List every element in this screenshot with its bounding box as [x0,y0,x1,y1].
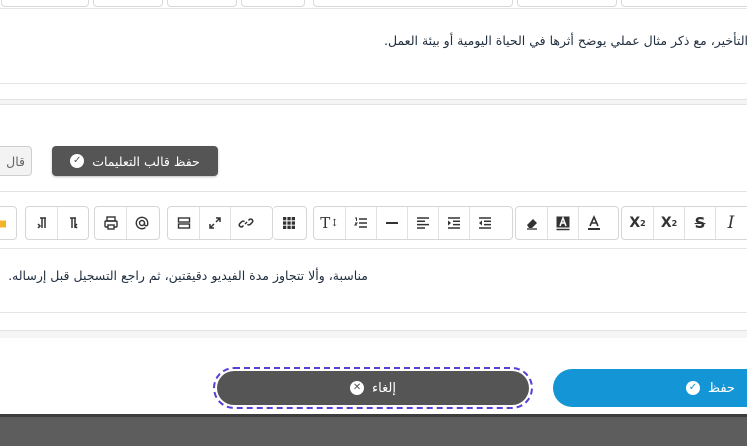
rtl-icon[interactable] [26,207,57,239]
outdent-icon[interactable] [438,207,469,239]
top-editor-panel: التأخير، مع ذكر مثال عملي يوضح أثرها في … [0,0,747,100]
save-label: حفظ [708,380,735,396]
background-color-icon[interactable] [547,207,578,239]
divider [0,83,747,84]
load-template-label: قال [6,153,25,169]
horizontal-rule-icon[interactable] [376,207,407,239]
indent-icon[interactable] [469,207,500,239]
template-icon[interactable] [168,207,199,239]
toolbar-group-paragraph: T ↕ [313,206,513,240]
toolbar-group-style: X2 X2 S I [621,206,747,240]
ltr-icon[interactable] [57,207,88,239]
link-icon[interactable] [230,207,261,239]
toolbar-button-group[interactable] [1,0,89,7]
save-button[interactable]: ✓ حفظ [553,369,747,407]
save-template-button[interactable]: ✓ حفظ قالب التعليمات [52,146,218,176]
cancel-button[interactable]: ✕ إلغاء [217,371,529,405]
text-size-icon[interactable]: T ↕ [314,207,345,239]
toolbar-group-direction [25,206,89,240]
ordered-list-icon[interactable] [345,207,376,239]
top-editor-text[interactable]: التأخير، مع ذكر مثال عملي يوضح أثرها في … [384,33,747,48]
folder-icon[interactable] [0,207,15,239]
cancel-label: إلغاء [372,380,396,396]
load-template-button[interactable]: قال [0,146,32,176]
superscript-icon[interactable]: X2 [622,207,653,239]
modal-overlay-bottom [0,414,747,446]
print-icon[interactable] [95,207,126,239]
editor-content-text[interactable]: مناسبة، وألا تتجاوز مدة الفيديو دقيقتين،… [8,268,368,283]
toolbar-group-tools [94,206,160,240]
cancel-button-focus-ring: ✕ إلغاء [213,367,533,409]
eraser-icon[interactable] [516,207,547,239]
toolbar-button-group[interactable] [241,0,305,7]
check-circle-icon: ✓ [686,381,700,395]
toolbar-button-group[interactable] [167,0,237,7]
mention-icon[interactable] [126,207,157,239]
divider [0,312,747,313]
align-icon[interactable] [407,207,438,239]
top-editor-toolbar [0,0,747,9]
toolbar-group-view [167,206,273,240]
section-separator [0,99,747,105]
font-color-icon[interactable] [578,207,609,239]
instructions-editor: T ↕ X 2 X 2 S I مناسبة، وألا تتجاوز مدة … [0,191,747,337]
check-circle-icon: ✓ [70,154,85,168]
section-separator [0,330,747,338]
toolbar-button-group[interactable] [313,0,513,7]
toolbar-button-group[interactable] [517,0,617,7]
save-template-label: حفظ قالب التعليمات [92,153,200,169]
subscript-icon[interactable]: X2 [653,207,684,239]
toolbar-group-table [273,206,307,240]
toolbar-button-group[interactable] [621,0,747,7]
italic-icon[interactable]: I [715,207,746,239]
editor-toolbar: T ↕ X 2 X 2 S I [0,192,747,256]
divider [0,248,747,249]
toolbar-group-file [0,206,17,240]
strikethrough-icon[interactable]: S [684,207,715,239]
toolbar-button-group[interactable] [93,0,163,7]
toolbar-group-format [515,206,619,240]
table-icon[interactable] [273,207,304,239]
close-circle-icon: ✕ [350,381,365,395]
fullscreen-icon[interactable] [199,207,230,239]
